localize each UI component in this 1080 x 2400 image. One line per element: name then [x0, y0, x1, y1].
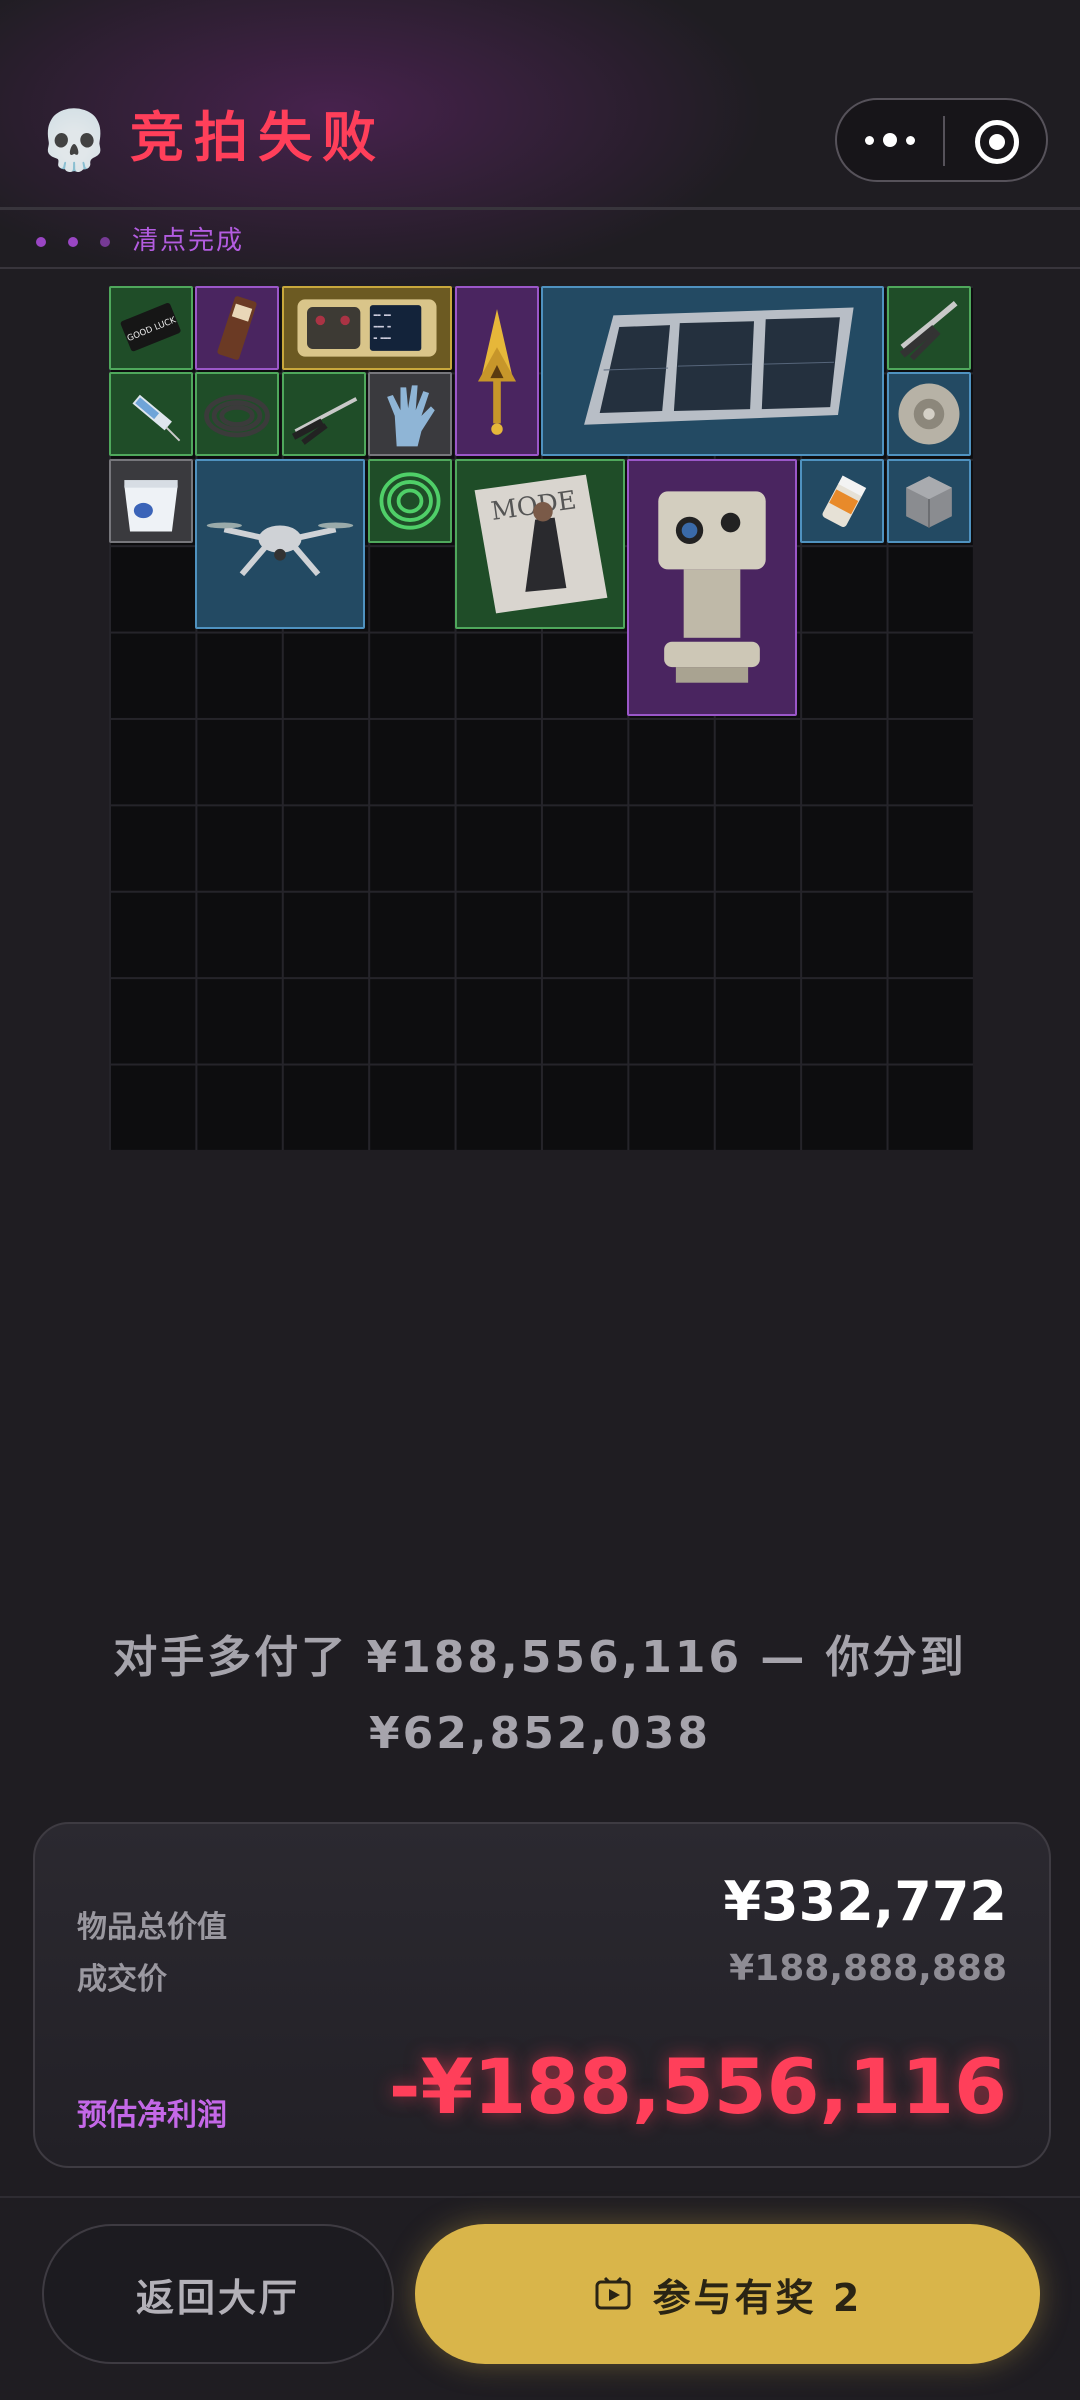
item-good-luck-card[interactable]: GOOD LUCK: [109, 286, 193, 370]
item-pliers[interactable]: [886, 286, 971, 370]
miniprogram-capsule: [835, 98, 1048, 182]
net-profit: -¥188,556,116: [388, 2042, 1007, 2131]
more-dots-icon[interactable]: [837, 100, 943, 180]
progress-dot: [100, 237, 110, 247]
back-to-lobby-button[interactable]: 返回大厅: [42, 2224, 394, 2364]
capsule-divider: [943, 116, 945, 166]
item-metal-box[interactable]: [886, 458, 971, 543]
result-summary: 对手多付了 ¥188,556,116 — 你分到 ¥62,852,038: [60, 1620, 1020, 1772]
item-rubber-glove[interactable]: [368, 372, 453, 457]
svg-text:▬▬▬ ▬: ▬▬▬ ▬: [373, 324, 391, 330]
result-card: 物品总价值 ¥332,772 成交价 ¥188,888,888 预估净利润 -¥…: [33, 1822, 1051, 2168]
item-needle-nose-pliers[interactable]: [281, 372, 366, 457]
item-syringe[interactable]: [109, 372, 193, 457]
join-button-label: 参与有奖 2: [652, 2275, 863, 2320]
svg-text:▲: ▲: [490, 361, 504, 381]
tv-icon: [595, 2276, 631, 2310]
total-value-label: 物品总价值: [77, 1910, 227, 1945]
svg-text:▬▬ ▬▬: ▬▬ ▬▬: [373, 313, 391, 319]
join-reward-button[interactable]: 参与有奖 2: [415, 2224, 1040, 2364]
item-golden-trophy[interactable]: ▲: [454, 286, 539, 456]
close-target-icon[interactable]: [975, 120, 1019, 164]
status-bar: 清点完成: [0, 213, 1080, 269]
skull-icon: 💀: [38, 106, 111, 174]
deal-price: ¥188,888,888: [729, 1948, 1007, 1989]
status-label: 清点完成: [132, 226, 245, 256]
page-title: 竞拍失败: [130, 106, 386, 169]
header: 💀 竞拍失败: [0, 0, 1080, 210]
summary-line-2: ¥62,852,038: [369, 1708, 711, 1759]
item-chocolate-bar[interactable]: [195, 286, 280, 370]
back-button-label: 返回大厅: [135, 2275, 300, 2320]
item-gold-dive-computer[interactable]: ▬▬ ▬▬ ▬▬▬ ▬ ▬ ▬▬▬: [281, 286, 452, 370]
item-green-wire-spool[interactable]: [368, 458, 453, 543]
net-profit-label: 预估净利润: [77, 2098, 227, 2133]
item-pill-bottle[interactable]: [800, 458, 885, 543]
total-value: ¥332,772: [723, 1870, 1007, 1933]
svg-text:▬ ▬▬▬: ▬ ▬▬▬: [373, 335, 391, 341]
item-drone[interactable]: [195, 458, 366, 629]
item-mode-magazine[interactable]: MODE: [454, 458, 625, 629]
summary-line-1: 对手多付了 ¥188,556,116 — 你分到: [113, 1632, 967, 1683]
item-yogurt-cup[interactable]: [109, 458, 193, 543]
item-thermal-camera[interactable]: [627, 458, 798, 716]
progress-dot: [68, 237, 78, 247]
item-solar-panel[interactable]: [541, 286, 884, 456]
progress-dot: [36, 237, 46, 247]
item-hose-coil[interactable]: [195, 372, 280, 457]
bottom-divider: [0, 2196, 1080, 2198]
inventory-grid: GOOD LUCK ▬▬ ▬▬ ▬▬▬ ▬ ▬ ▬▬▬ ▲ MODE: [109, 286, 973, 1150]
deal-price-label: 成交价: [77, 1962, 167, 1997]
item-hard-disk[interactable]: [886, 372, 971, 457]
